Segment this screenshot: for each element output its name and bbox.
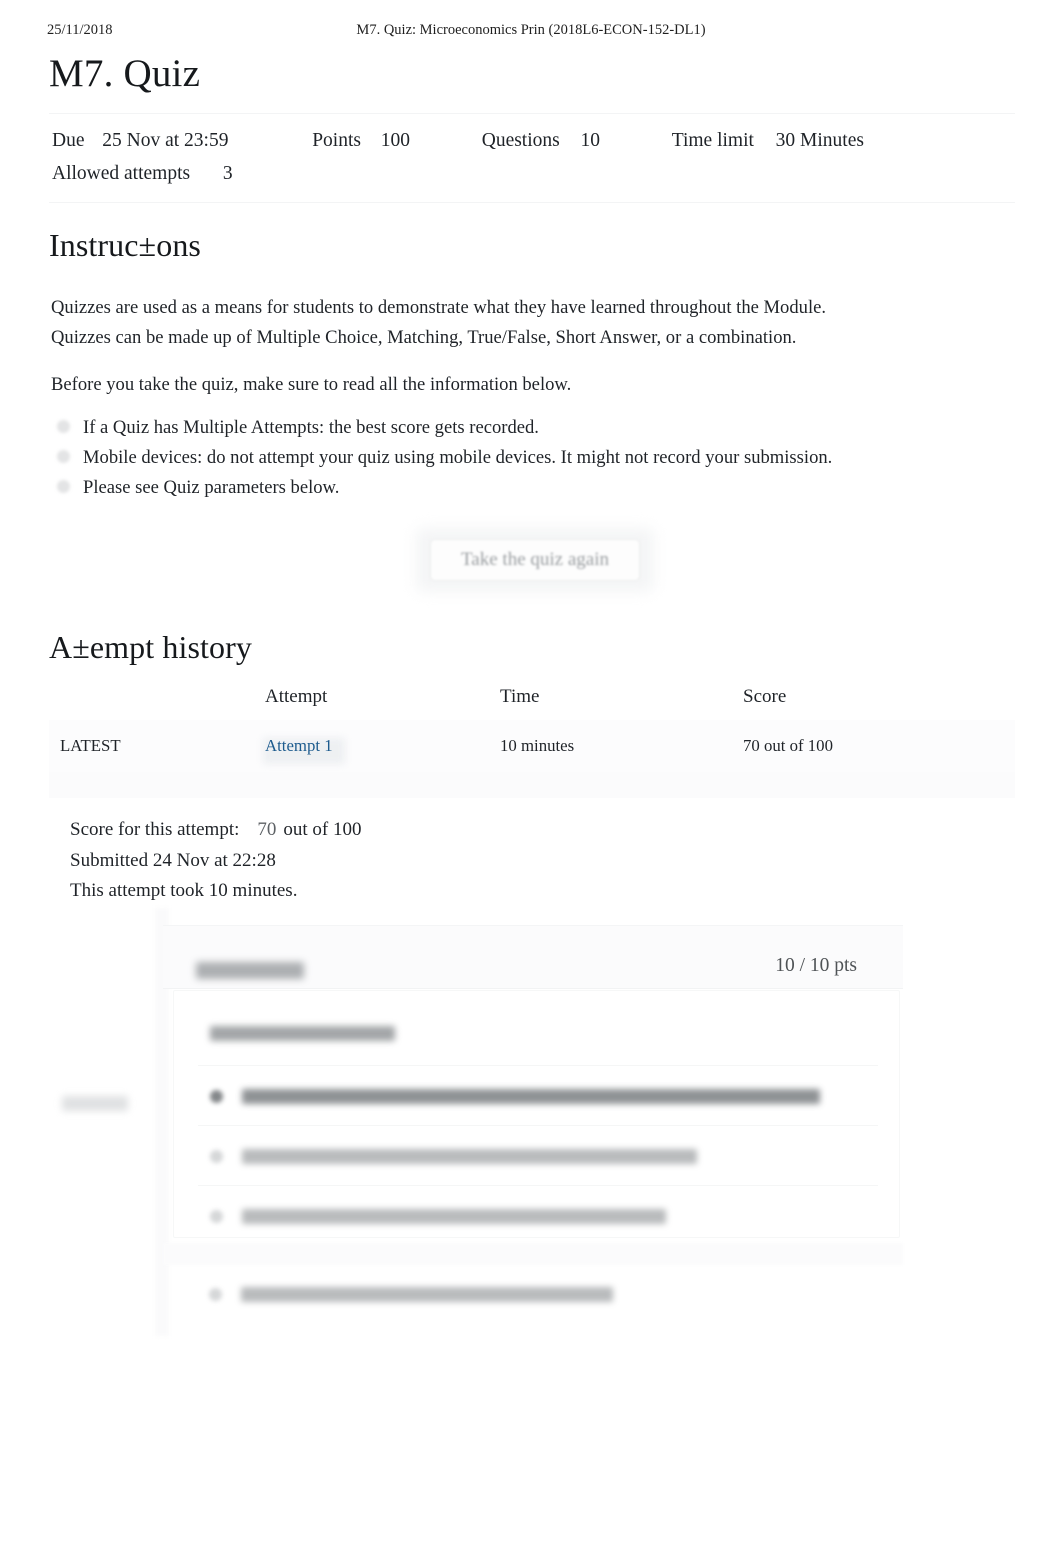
- attempt-history-table: Attempt Time Score LATEST Attempt 1 10 m…: [49, 686, 1015, 772]
- radio-icon[interactable]: [210, 1090, 223, 1103]
- quiz-details-row-1: Due 25 Nov at 23:59 Points 100 Questions…: [52, 124, 1012, 157]
- answer-option[interactable]: [210, 1147, 705, 1169]
- time-limit-label: Time limit: [671, 130, 754, 151]
- answer-option[interactable]: [210, 1207, 670, 1229]
- allowed-attempts-label: Allowed attempts: [52, 163, 191, 184]
- answer-option-label-redacted: [241, 1287, 613, 1302]
- print-header: 25/11/2018 M7. Quiz: Microeconomics Prin…: [0, 22, 1062, 42]
- due-label: Due: [52, 130, 85, 151]
- time-limit-value: 30 Minutes: [775, 130, 864, 151]
- answer-option-label-redacted: [242, 1149, 697, 1164]
- attempt-history-band: [49, 770, 1015, 798]
- question-header: 10 / 10 pts: [163, 925, 903, 989]
- score-line: Score for this attempt: 70 out of 100: [70, 815, 770, 846]
- bullet-icon: [57, 420, 70, 433]
- bullet-icon: [57, 450, 70, 463]
- instructions-paragraph-3: Before you take the quiz, make sure to r…: [51, 374, 572, 395]
- answer-separator: [198, 1185, 878, 1186]
- attempt-link[interactable]: Attempt 1: [263, 736, 345, 764]
- question-text-redacted: [210, 1026, 395, 1041]
- bullet-icon: [57, 480, 70, 493]
- answer-option[interactable]: [209, 1285, 614, 1307]
- attempt-link-label: Attempt 1: [265, 736, 333, 755]
- instructions-paragraph-1: Quizzes are used as a means for students…: [51, 297, 827, 318]
- question-points: 10 / 10 pts: [775, 955, 857, 976]
- instructions-body: Quizzes are used as a means for students…: [51, 293, 991, 400]
- duration-line: This attempt took 10 minutes.: [70, 880, 298, 901]
- column-header-attempt: Attempt: [265, 686, 328, 707]
- cell-attempt: Attempt 1: [263, 720, 500, 772]
- correct-indicator-redacted: [62, 1096, 128, 1111]
- list-item-label: Mobile devices: do not attempt your quiz…: [83, 447, 833, 468]
- score-label: Score for this attempt:: [70, 819, 240, 840]
- radio-icon[interactable]: [210, 1150, 223, 1163]
- list-item: If a Quiz has Multiple Attempts: the bes…: [51, 413, 991, 443]
- due-value: 25 Nov at 23:59: [102, 130, 229, 151]
- answer-option-label-redacted: [242, 1089, 820, 1104]
- cell-score: 70 out of 100: [743, 736, 833, 755]
- attempt-history-heading: A±empt history: [49, 629, 252, 665]
- attempt-history-body: LATEST Attempt 1 10 minutes 70 out of 10…: [49, 720, 1015, 772]
- question-label-redacted: [196, 962, 304, 979]
- quiz-details-row-2: Allowed attempts 3: [52, 157, 1012, 190]
- question-container: 10 / 10 pts: [155, 908, 910, 1336]
- take-quiz-again-wrapper: Take the quiz again: [416, 528, 654, 592]
- list-item: Mobile devices: do not attempt your quiz…: [51, 443, 991, 473]
- cell-kept-badge: LATEST: [60, 736, 121, 755]
- question-body: [173, 990, 900, 1238]
- divider-top: [49, 113, 1015, 114]
- attempt-summary: Score for this attempt: 70 out of 100 Subm…: [70, 815, 770, 907]
- list-item-label: Please see Quiz parameters below.: [83, 477, 340, 498]
- attempt-history-head: Attempt Time Score: [49, 686, 1015, 720]
- instructions-paragraph-2: Quizzes can be made up of Multiple Choic…: [51, 326, 797, 348]
- score-value: 70: [257, 819, 277, 840]
- instructions-bullet-list: If a Quiz has Multiple Attempts: the bes…: [51, 413, 991, 503]
- answer-separator: [198, 1125, 878, 1126]
- questions-value: 10: [580, 130, 600, 151]
- question-footer-band: [163, 1243, 903, 1265]
- answer-separator: [198, 1065, 878, 1066]
- cell-time: 10 minutes: [500, 736, 575, 755]
- score-suffix: out of 100: [283, 819, 362, 840]
- questions-label: Questions: [481, 130, 560, 151]
- radio-icon[interactable]: [209, 1288, 222, 1301]
- list-item: Please see Quiz parameters below.: [51, 473, 991, 503]
- points-value: 100: [380, 130, 410, 151]
- quiz-details: Due 25 Nov at 23:59 Points 100 Questions…: [52, 124, 1012, 190]
- answer-option-label-redacted: [242, 1209, 666, 1224]
- take-quiz-again-button[interactable]: Take the quiz again: [430, 539, 640, 581]
- list-item-label: If a Quiz has Multiple Attempts: the bes…: [83, 417, 539, 438]
- column-header-kept: [49, 686, 265, 720]
- column-header-time: Time: [500, 686, 540, 707]
- submitted-line: Submitted 24 Nov at 22:28: [70, 849, 276, 871]
- table-row: LATEST Attempt 1 10 minutes 70 out of 10…: [49, 720, 1015, 772]
- column-header-score: Score: [743, 686, 787, 707]
- radio-icon[interactable]: [210, 1210, 223, 1223]
- allowed-attempts-value: 3: [222, 163, 233, 184]
- instructions-heading: Instruc±ons: [49, 227, 201, 263]
- points-label: Points: [312, 130, 361, 151]
- answer-option[interactable]: [210, 1087, 825, 1109]
- print-document-title: M7. Quiz: Microeconomics Prin (2018L6-EC…: [356, 22, 706, 38]
- table-header-row: Attempt Time Score: [49, 686, 1015, 720]
- page-title: M7. Quiz: [49, 52, 201, 95]
- divider-meta-bottom: [49, 202, 1015, 203]
